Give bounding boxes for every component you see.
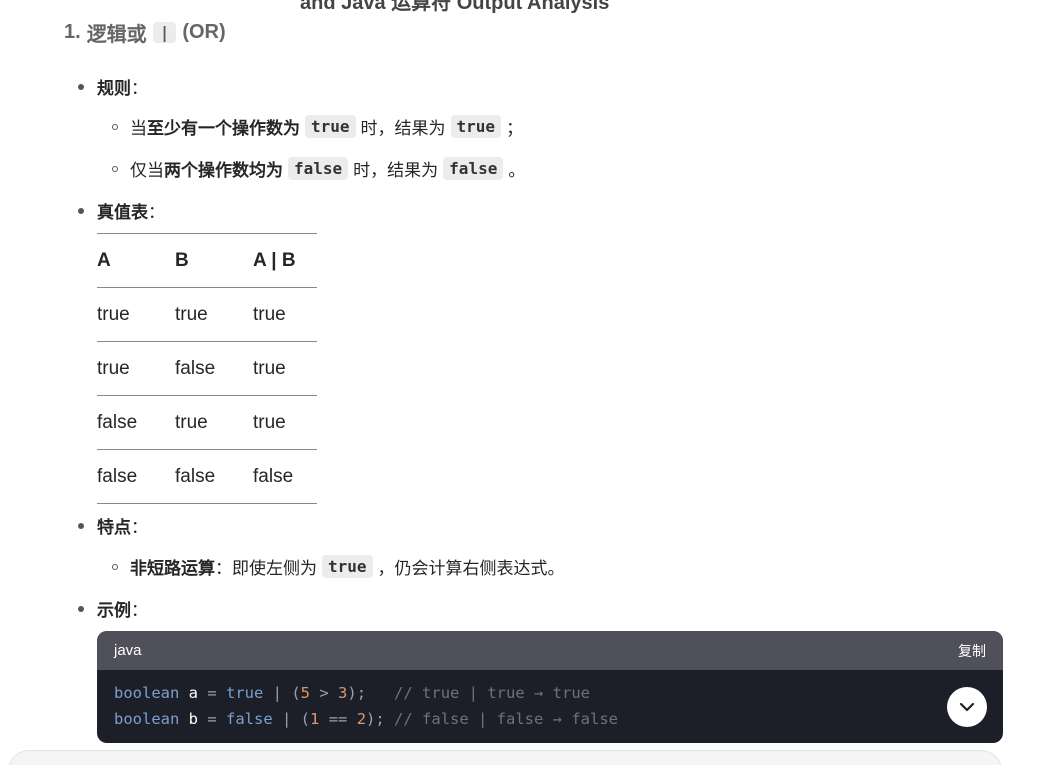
code-language-label: java: [114, 642, 142, 659]
section-title: 逻辑或: [86, 24, 147, 46]
table-cell: true: [253, 395, 317, 450]
chat-input-box[interactable]: [8, 750, 1002, 765]
rule-item-1: 当 至少有一个操作数为 true 时，结果为 true ；: [112, 114, 523, 139]
table-cell: true: [97, 341, 175, 396]
code-token: a: [188, 684, 199, 702]
bullet-dot: [78, 83, 84, 90]
code-token: );: [347, 684, 395, 702]
inline-code: true: [450, 115, 502, 138]
copy-button[interactable]: 复制: [958, 641, 986, 661]
rules-bullet: 规则：: [78, 74, 148, 99]
answer-content: and Java 运算符 Output Analysis 1. 逻辑或 | (O…: [0, 0, 1039, 765]
code-token: | (: [263, 684, 301, 702]
sub-bullet: [112, 563, 118, 570]
features-label: 特点: [97, 518, 131, 537]
code-line: boolean a = true | (5 > 3); // true | tr…: [114, 684, 590, 702]
code-token: boolean: [114, 684, 180, 702]
rule-bold: 两个操作数均为: [164, 161, 283, 180]
rules-label: 规则: [97, 79, 131, 98]
cut-off-heading: and Java 运算符 Output Analysis: [300, 0, 610, 14]
rule-item-2: 仅当 两个操作数均为 false 时，结果为 false 。: [112, 156, 525, 181]
truth-table-bullet: 真值表：: [78, 198, 165, 223]
bullet-dot: [78, 522, 84, 529]
code-comment: // true | true → true: [394, 684, 590, 702]
section-heading-or: 1. 逻辑或 | (OR): [64, 18, 226, 47]
example-bullet: 示例：: [78, 596, 148, 621]
inline-code: false: [443, 157, 504, 180]
inline-code: false: [288, 157, 349, 180]
code-token: =: [198, 710, 227, 728]
rule-text: 时，结果为: [353, 161, 439, 180]
rule-text: 仅当: [130, 161, 164, 180]
table-cell: true: [253, 287, 317, 342]
code-header: java 复制: [97, 631, 1003, 670]
inline-code: true: [322, 555, 373, 578]
code-token: >: [310, 684, 339, 702]
sub-bullet: [112, 123, 118, 130]
feature-bold: 非短路运算: [130, 559, 215, 578]
table-cell: false: [97, 449, 175, 504]
table-cell: true: [175, 287, 253, 342]
table-cell: true: [253, 341, 317, 396]
code-token: false: [226, 710, 273, 728]
bullet-dot: [78, 207, 84, 214]
feature-text: ：即使左侧为: [215, 559, 317, 578]
code-token: );: [366, 710, 395, 728]
table-cell: false: [175, 449, 253, 504]
table-row: true true true: [97, 287, 317, 342]
rule-text: 时，结果为: [360, 119, 446, 138]
column-header: A | B: [253, 233, 317, 288]
code-token: true: [226, 684, 264, 702]
scroll-down-button[interactable]: [947, 687, 987, 727]
inline-code: true: [305, 115, 356, 138]
section-number: 1.: [64, 21, 81, 43]
operator-code: |: [152, 22, 177, 43]
table-cell: true: [97, 287, 175, 342]
code-token: 3: [338, 684, 348, 702]
table-header-row: A B A | B: [97, 233, 317, 288]
chevron-down-icon: [959, 702, 975, 712]
table-cell: false: [253, 449, 317, 504]
example-label: 示例: [97, 601, 131, 620]
code-token: boolean: [114, 710, 180, 728]
rule-bold: 至少有一个操作数为: [147, 119, 300, 138]
rule-text: 。: [508, 161, 526, 180]
code-token: 5: [300, 684, 311, 702]
code-body: boolean a = true | (5 > 3); // true | tr…: [97, 670, 1003, 732]
code-comment: // false | false → false: [394, 710, 618, 728]
code-token: ==: [319, 710, 357, 728]
code-token: | (: [272, 710, 311, 728]
table-cell: false: [97, 395, 175, 450]
table-row: true false true: [97, 341, 317, 396]
rule-text: ；: [506, 119, 524, 138]
code-block: java 复制 boolean a = true | (5 > 3); // t…: [97, 631, 1003, 743]
features-bullet: 特点：: [78, 513, 148, 538]
feature-text: ，仍会计算右侧表达式。: [377, 559, 565, 578]
colon: ：: [131, 518, 148, 537]
section-suffix: (OR): [182, 21, 226, 43]
code-token: b: [188, 710, 199, 728]
table-cell: false: [175, 341, 253, 396]
colon: ：: [148, 203, 165, 222]
colon: ：: [131, 601, 148, 620]
table-row: false true true: [97, 395, 317, 450]
code-token: 1: [310, 710, 320, 728]
code-token: 2: [356, 710, 367, 728]
sub-bullet: [112, 165, 118, 172]
table-cell: true: [175, 395, 253, 450]
code-line: boolean b = false | (1 == 2); // false |…: [114, 710, 618, 728]
code-token: =: [198, 684, 227, 702]
bullet-dot: [78, 605, 84, 612]
truth-table: A B A | B true true true true false true…: [97, 233, 317, 504]
colon: ：: [131, 79, 148, 98]
column-header: A: [97, 233, 175, 288]
truth-table-label: 真值表: [97, 203, 148, 222]
rule-text: 当: [130, 119, 147, 138]
column-header: B: [175, 233, 253, 288]
table-row: false false false: [97, 449, 317, 504]
feature-item: 非短路运算 ：即使左侧为 true ，仍会计算右侧表达式。: [112, 554, 565, 579]
